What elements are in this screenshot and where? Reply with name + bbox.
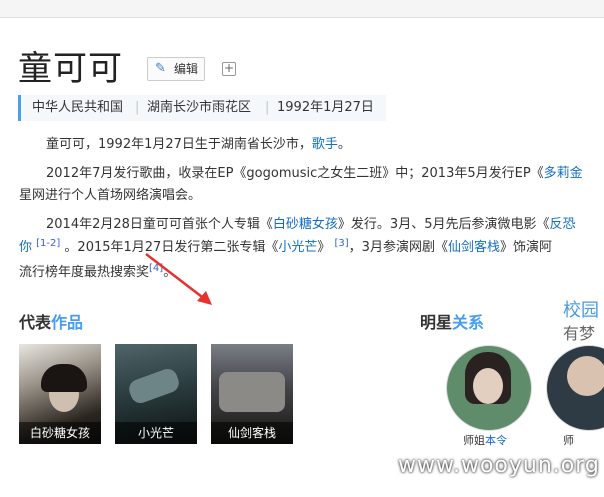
link-album-1[interactable]: 白砂糖女孩: [273, 217, 338, 232]
basic-info-bar: 中华人民共和国 | 湖南长沙市雨花区 | 1992年1月27日: [18, 95, 386, 121]
paragraph-2-line-2: 星网进行个人首场网络演唱会。: [19, 188, 202, 203]
star-relations-title: 明星关系: [420, 309, 484, 333]
citation-3[interactable]: [3]: [335, 238, 349, 249]
avatar-face: [473, 368, 503, 404]
work-card[interactable]: 仙剑客栈: [211, 344, 293, 444]
works-section-title: 代表作品: [19, 309, 83, 333]
p2-text: 2012年7月发行歌曲，收录在EP《gogomusic之女生二班》中；2013年…: [46, 166, 544, 181]
top-bar: [0, 0, 604, 18]
info-district: 湖南长沙市雨花区: [147, 100, 252, 115]
p3-text: ，3月参演网剧《: [348, 240, 448, 255]
page-title: 童可可: [18, 49, 123, 89]
cover-hair: [41, 364, 87, 392]
star-avatar[interactable]: [546, 345, 604, 431]
link-dolly[interactable]: 多莉金: [544, 166, 583, 181]
works-title-main: 代表: [19, 313, 52, 332]
info-separator: |: [265, 100, 270, 115]
p3-text: 流行榜年度最热搜索奖: [19, 265, 150, 280]
add-button[interactable]: +: [222, 62, 236, 76]
link-film[interactable]: 反恐: [549, 217, 575, 232]
paragraph-3-line-2: 你 [1-2] 。2015年1月27日发行第二张专辑《小光芒》 [3]，3月参演…: [19, 238, 552, 259]
info-birth: 1992年1月27日: [277, 100, 374, 115]
edit-button[interactable]: ✎ 编辑: [147, 57, 205, 81]
link-album-2[interactable]: 小光芒: [278, 240, 317, 255]
pencil-icon: ✎: [155, 61, 166, 76]
p3-text: 2014年2月28日童可可首张个人专辑《: [46, 217, 273, 232]
star-name-link[interactable]: 本令: [485, 434, 507, 447]
work-card[interactable]: 小光芒: [115, 344, 197, 444]
edit-button-label: 编辑: [174, 62, 199, 76]
info-separator: |: [135, 100, 140, 115]
work-caption: 白砂糖女孩: [19, 422, 101, 444]
star-caption-2: 师: [563, 434, 574, 447]
works-title-accent: 作品: [51, 313, 84, 332]
link-film-end[interactable]: 你: [19, 240, 32, 255]
paragraph-3-line-1: 2014年2月28日童可可首张个人专辑《白砂糖女孩》发行。3月、5月先后参演微电…: [46, 215, 575, 235]
intro-suffix: 。: [337, 137, 351, 152]
stars-title-main: 明星: [420, 313, 453, 332]
p3-text: 》饰演阿: [499, 240, 552, 255]
link-singer[interactable]: 歌手: [312, 137, 338, 152]
watermark: www.wooyun.org: [398, 453, 600, 478]
campus-section-title: 校园: [563, 300, 599, 321]
work-card[interactable]: 白砂糖女孩: [19, 344, 101, 444]
cover-figure: [126, 366, 182, 406]
info-country: 中华人民共和国: [32, 100, 124, 115]
citation-1-2[interactable]: [1-2]: [36, 238, 60, 249]
red-arrow-annotation: [145, 253, 212, 305]
link-web-drama[interactable]: 仙剑客栈: [448, 240, 500, 255]
p3-text: 》发行。3月、5月先后参演微电影《: [337, 217, 550, 232]
avatar-face: [567, 356, 604, 396]
work-caption: 小光芒: [115, 422, 197, 444]
star-relation: 师姐: [463, 434, 485, 447]
intro-text: 童可可，1992年1月27日生于湖南省长沙市，: [46, 137, 312, 152]
star-avatar[interactable]: [446, 345, 532, 431]
paragraph-2-line-1: 2012年7月发行歌曲，收录在EP《gogomusic之女生二班》中；2013年…: [46, 164, 583, 184]
star-caption: 师姐本令: [463, 432, 507, 448]
work-caption: 仙剑客栈: [211, 422, 293, 444]
p3-text: 》: [317, 240, 331, 255]
cover-cast: [219, 372, 285, 412]
intro-paragraph: 童可可，1992年1月27日生于湖南省长沙市，歌手。: [46, 135, 351, 155]
campus-subtitle: 有梦: [563, 324, 596, 343]
stars-title-accent: 关系: [452, 313, 485, 332]
